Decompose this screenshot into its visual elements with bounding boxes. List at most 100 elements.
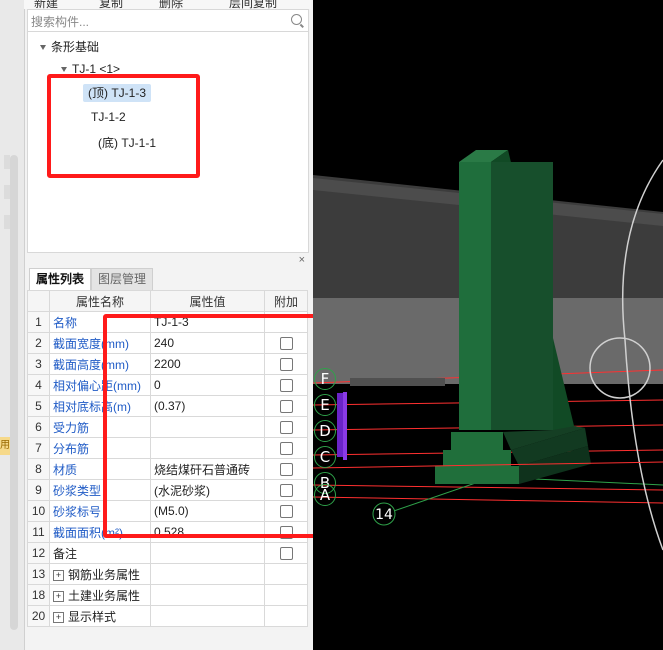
extra-checkbox[interactable] <box>279 526 293 540</box>
row-number: 12 <box>27 542 50 564</box>
table-row[interactable]: 6 受力筋 <box>27 416 308 438</box>
property-value[interactable]: TJ-1-3 <box>150 311 265 333</box>
property-table: 属性名称 属性值 附加 1 名称 TJ-1-3 2 截面宽度(mm) 240 3 截面高度(m… <box>27 290 308 627</box>
row-number: 10 <box>27 500 50 522</box>
search-input[interactable]: 搜索构件... <box>31 13 89 30</box>
table-row[interactable]: 20 + 显示样式 <box>27 605 308 627</box>
table-row[interactable]: 12 备注 <box>27 542 308 564</box>
property-value[interactable]: 0.528 <box>150 521 265 543</box>
tab-property-list[interactable]: 属性列表 <box>29 268 92 290</box>
foundation-ledge <box>350 378 445 386</box>
layer-copy-button[interactable]: 层间复制 <box>229 0 277 9</box>
tree-node-tj-1[interactable]: TJ-1 <1> <box>61 62 120 76</box>
extra-checkbox[interactable] <box>279 421 293 435</box>
extra-checkbox[interactable] <box>279 547 293 561</box>
property-name: 截面宽度(mm) <box>49 332 151 354</box>
column-header-value: 属性值 <box>150 290 265 312</box>
property-name: 砂浆标号 <box>49 500 151 522</box>
property-value[interactable] <box>150 563 265 585</box>
extra-checkbox[interactable] <box>279 463 293 477</box>
step-3 <box>435 466 519 484</box>
grid-line <box>313 484 663 491</box>
extra-cell <box>264 479 308 501</box>
property-group-label: 钢筋业务属性 <box>68 567 141 582</box>
axis-label-d[interactable]: D <box>314 420 336 442</box>
search-icon[interactable] <box>291 14 302 25</box>
extra-checkbox[interactable] <box>279 505 293 519</box>
chevron-down-icon[interactable] <box>61 67 67 73</box>
table-row[interactable]: 9 砂浆类型 (水泥砂浆) <box>27 479 308 501</box>
copy-button[interactable]: 复制 <box>99 0 123 9</box>
property-value[interactable]: (水泥砂浆) <box>150 479 265 501</box>
row-number: 4 <box>27 374 50 396</box>
table-row[interactable]: 5 相对底标高(m) (0.37) <box>27 395 308 417</box>
expand-icon[interactable]: + <box>53 590 64 602</box>
table-row[interactable]: 7 分布筋 <box>27 437 308 459</box>
row-number: 18 <box>27 584 50 606</box>
row-number: 2 <box>27 332 50 354</box>
delete-button[interactable]: 删除 <box>159 0 183 9</box>
column-header-num <box>27 290 50 312</box>
property-value[interactable]: 烧结煤矸石普通砖 <box>150 458 265 480</box>
tree-item-tj-1-1[interactable]: (底) TJ-1-1 <box>98 134 156 151</box>
property-value[interactable]: 240 <box>150 332 265 354</box>
side-scrollbar[interactable] <box>10 155 18 630</box>
property-value[interactable]: 2200 <box>150 353 265 375</box>
table-row[interactable]: 3 截面高度(mm) 2200 <box>27 353 308 375</box>
extra-checkbox[interactable] <box>279 358 293 372</box>
expand-icon[interactable]: + <box>53 611 64 623</box>
table-row[interactable]: 11 截面面积(m²) 0.528 <box>27 521 308 543</box>
tree-item-tj-1-3[interactable]: (顶) TJ-1-3 <box>83 84 151 102</box>
table-row[interactable]: 4 相对偏心距(mm) 0 <box>27 374 308 396</box>
property-group-label: 显示样式 <box>68 609 117 624</box>
property-value[interactable]: (M5.0) <box>150 500 265 522</box>
expand-icon[interactable]: + <box>53 569 64 581</box>
tree-item-tj-1-2[interactable]: TJ-1-2 <box>91 110 126 124</box>
property-value[interactable] <box>150 605 265 627</box>
property-name: 备注 <box>49 542 151 564</box>
table-row[interactable]: 2 截面宽度(mm) 240 <box>27 332 308 354</box>
row-number: 13 <box>27 563 50 585</box>
table-row[interactable]: 1 名称 TJ-1-3 <box>27 311 308 333</box>
component-search-box[interactable]: 搜索构件... <box>27 9 309 33</box>
step-1 <box>451 432 503 450</box>
3d-viewport[interactable]: 14 F E D C B A <box>313 0 663 650</box>
table-row[interactable]: 10 砂浆标号 (M5.0) <box>27 500 308 522</box>
property-value[interactable]: (0.37) <box>150 395 265 417</box>
property-value[interactable] <box>150 416 265 438</box>
property-value[interactable] <box>150 437 265 459</box>
property-value[interactable] <box>150 542 265 564</box>
new-button[interactable]: 新建 <box>34 0 58 9</box>
property-name: 受力筋 <box>49 416 151 438</box>
table-row[interactable]: 18 + 土建业务属性 <box>27 584 308 606</box>
extra-checkbox[interactable] <box>279 442 293 456</box>
property-value[interactable]: 0 <box>150 374 265 396</box>
table-header-row: 属性名称 属性值 附加 <box>27 290 308 312</box>
extra-checkbox[interactable] <box>279 400 293 414</box>
property-value[interactable] <box>150 584 265 606</box>
extra-checkbox[interactable] <box>279 484 293 498</box>
chevron-down-icon[interactable] <box>40 45 46 51</box>
axis-label-a[interactable]: A <box>314 484 336 506</box>
row-number: 6 <box>27 416 50 438</box>
component-toolbar: 新建 复制 删除 层间复制 <box>24 0 311 9</box>
side-toolbar-strip: 用 <box>0 0 25 650</box>
column-header-name: 属性名称 <box>49 290 151 312</box>
tab-layer-management[interactable]: 图层管理 <box>91 268 154 290</box>
close-icon[interactable]: × <box>299 254 305 266</box>
wall-front[interactable] <box>459 162 491 430</box>
axis-label-c[interactable]: C <box>314 446 336 468</box>
property-name: 相对偏心距(mm) <box>49 374 151 396</box>
table-row[interactable]: 8 材质 烧结煤矸石普通砖 <box>27 458 308 480</box>
axis-label-e[interactable]: E <box>314 394 336 416</box>
extra-checkbox[interactable] <box>279 337 293 351</box>
extra-cell <box>264 416 308 438</box>
table-row[interactable]: 13 + 钢筋业务属性 <box>27 563 308 585</box>
3d-scene[interactable]: 14 <box>313 0 663 650</box>
tree-node-strip-foundation[interactable]: 条形基础 <box>40 38 99 55</box>
selected-strip-edge <box>343 392 347 460</box>
axis-label-f[interactable]: F <box>314 368 336 390</box>
property-name: 截面高度(mm) <box>49 353 151 375</box>
row-number: 20 <box>27 605 50 627</box>
extra-checkbox[interactable] <box>279 379 293 393</box>
